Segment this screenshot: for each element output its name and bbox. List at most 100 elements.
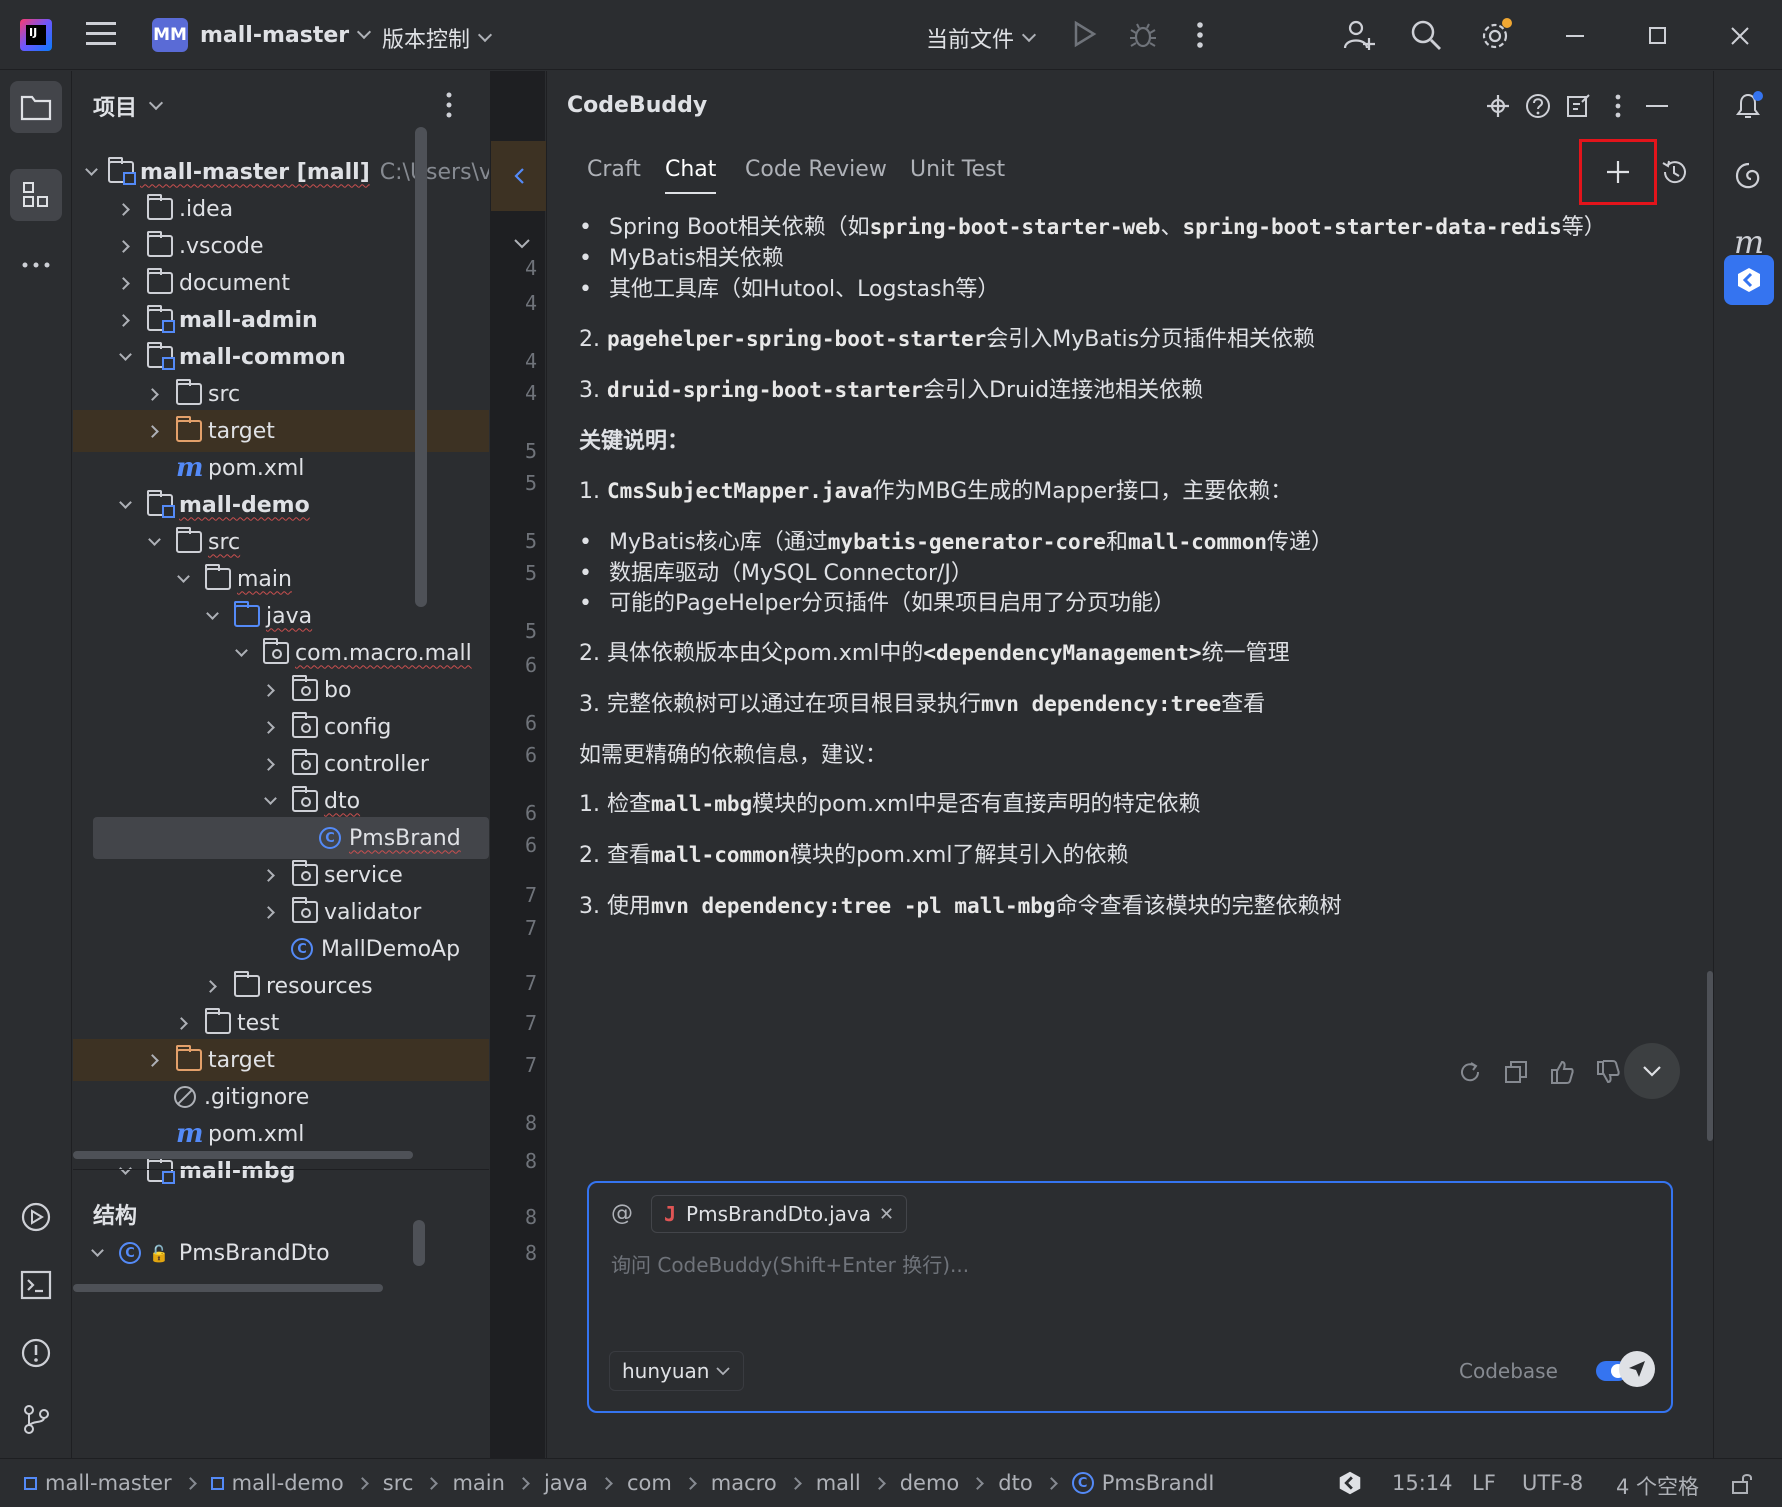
run-icon[interactable] — [1072, 20, 1098, 48]
tree-node-mall-demo-app[interactable]: C MallDemoAp — [73, 928, 489, 970]
breadcrumb-item[interactable]: main — [452, 1471, 504, 1495]
debug-icon[interactable] — [1128, 20, 1158, 50]
tree-node-demo-target[interactable]: target — [73, 1039, 489, 1081]
expand-arrow-icon[interactable] — [115, 273, 135, 293]
scroll-to-bottom-button[interactable] — [1624, 1043, 1680, 1099]
help-icon[interactable] — [1523, 91, 1553, 121]
minimize-button[interactable] — [1558, 18, 1594, 54]
lock-icon[interactable] — [1730, 1471, 1754, 1500]
expand-arrow-icon[interactable] — [202, 976, 222, 996]
line-separator[interactable]: LF — [1472, 1471, 1496, 1495]
cursor-position[interactable]: 15:14 — [1392, 1471, 1453, 1495]
expand-arrow-icon[interactable] — [173, 569, 193, 589]
expand-arrow-icon[interactable] — [202, 606, 222, 626]
context-file-chip[interactable]: J PmsBrandDto.java ✕ — [651, 1195, 908, 1233]
expand-arrow-icon[interactable] — [115, 199, 135, 219]
tab-unit-test[interactable]: Unit Test — [910, 157, 1005, 192]
maximize-button[interactable] — [1640, 18, 1676, 54]
panel-options-icon[interactable] — [445, 91, 453, 125]
breadcrumb-item[interactable]: macro — [711, 1471, 777, 1495]
notifications-icon[interactable] — [1724, 81, 1774, 131]
expand-arrow-icon[interactable] — [115, 310, 135, 330]
structure-item[interactable]: C 🔓 PmsBrandDto — [73, 1232, 489, 1274]
breadcrumb-item[interactable]: mall-master — [45, 1471, 172, 1495]
model-selector[interactable]: hunyuan — [609, 1351, 745, 1391]
tree-node-controller[interactable]: controller — [73, 743, 489, 785]
breadcrumb-item[interactable]: demo — [900, 1471, 960, 1495]
breadcrumb-item[interactable]: dto — [998, 1471, 1032, 1495]
hide-panel-icon[interactable] — [1643, 91, 1673, 121]
chevron-down-icon[interactable] — [513, 231, 531, 256]
tree-node-bo[interactable]: bo — [73, 669, 489, 711]
breadcrumb-item[interactable]: PmsBrandI — [1102, 1471, 1215, 1495]
expand-arrow-icon[interactable] — [144, 532, 164, 552]
more-actions-icon[interactable] — [1196, 20, 1204, 50]
tree-node-service[interactable]: service — [73, 854, 489, 896]
project-tool-button[interactable] — [10, 81, 62, 133]
tree-node-gitignore[interactable]: .gitignore — [73, 1076, 489, 1118]
problems-icon[interactable] — [10, 1327, 62, 1379]
tree-node-test[interactable]: test — [73, 1002, 489, 1044]
expand-arrow-icon[interactable] — [260, 865, 280, 885]
settings-gear-icon[interactable] — [1478, 17, 1514, 53]
expand-arrow-icon[interactable] — [173, 1013, 193, 1033]
expand-arrow-icon[interactable] — [115, 495, 135, 515]
new-chat-button[interactable] — [1579, 139, 1657, 205]
breadcrumb-item[interactable]: mall-demo — [232, 1471, 344, 1495]
expand-arrow-icon[interactable] — [231, 643, 251, 663]
expand-arrow-icon[interactable] — [115, 236, 135, 256]
vertical-scrollbar[interactable] — [413, 1220, 425, 1266]
expand-arrow-icon[interactable] — [260, 680, 280, 700]
horizontal-scrollbar[interactable] — [73, 1151, 413, 1159]
more-tools-icon[interactable] — [10, 239, 62, 291]
close-window-button[interactable] — [1722, 18, 1758, 54]
expand-arrow-icon[interactable] — [260, 791, 280, 811]
expand-arrow-icon[interactable] — [115, 347, 135, 367]
plugin-icon[interactable] — [1483, 91, 1513, 121]
terminal-icon[interactable] — [10, 1259, 62, 1311]
breadcrumb-item[interactable]: src — [383, 1471, 414, 1495]
tree-node-demo-pom[interactable]: m pom.xml — [73, 1113, 489, 1155]
breadcrumb-item[interactable]: java — [544, 1471, 588, 1495]
remove-context-icon[interactable]: ✕ — [879, 1204, 894, 1225]
expand-arrow-icon[interactable] — [87, 1243, 107, 1263]
services-icon[interactable] — [10, 1191, 62, 1243]
ai-assistant-icon[interactable] — [1724, 151, 1774, 201]
expand-arrow-icon[interactable] — [260, 717, 280, 737]
regenerate-icon[interactable] — [1455, 1057, 1485, 1087]
tree-node-resources[interactable]: resources — [73, 965, 489, 1007]
breadcrumb-item[interactable]: mall — [816, 1471, 861, 1495]
codebuddy-status-icon[interactable] — [1336, 1469, 1364, 1502]
expand-arrow-icon[interactable] — [260, 754, 280, 774]
tab-code-review[interactable]: Code Review — [745, 157, 887, 192]
breadcrumb-item[interactable]: com — [627, 1471, 672, 1495]
tree-node-package[interactable]: com.macro.mall — [73, 632, 489, 674]
horizontal-scrollbar[interactable] — [73, 1284, 383, 1292]
mention-button[interactable]: @ — [611, 1201, 633, 1226]
tab-craft[interactable]: Craft — [587, 157, 641, 192]
tree-node-validator[interactable]: validator — [73, 891, 489, 933]
tree-node-config[interactable]: config — [73, 706, 489, 748]
tree-node-dto[interactable]: dto — [73, 780, 489, 822]
thumbs-up-icon[interactable] — [1547, 1057, 1577, 1087]
git-branch-icon[interactable] — [10, 1393, 62, 1445]
run-config-selector[interactable]: 当前文件 — [926, 22, 1037, 54]
copy-icon[interactable] — [1501, 1057, 1531, 1087]
indent-setting[interactable]: 4 个空格 — [1616, 1471, 1699, 1501]
expand-arrow-icon[interactable] — [144, 1050, 164, 1070]
expand-arrow-icon[interactable] — [260, 902, 280, 922]
main-menu-icon[interactable] — [86, 20, 118, 48]
vcs-menu[interactable]: 版本控制 — [382, 22, 493, 54]
expand-arrow-icon[interactable] — [85, 162, 98, 182]
thumbs-down-icon[interactable] — [1593, 1057, 1623, 1087]
project-switcher[interactable]: MM mall-master — [152, 18, 372, 52]
file-encoding[interactable]: UTF-8 — [1522, 1471, 1583, 1495]
add-user-icon[interactable] — [1342, 18, 1376, 52]
history-icon[interactable] — [1659, 157, 1689, 187]
expand-arrow-icon[interactable] — [144, 421, 164, 441]
vertical-scrollbar[interactable] — [415, 127, 427, 607]
collapse-editor-button[interactable] — [491, 141, 546, 211]
edit-note-icon[interactable] — [1563, 91, 1593, 121]
send-button[interactable] — [1619, 1351, 1655, 1387]
tab-chat[interactable]: Chat — [665, 157, 717, 194]
